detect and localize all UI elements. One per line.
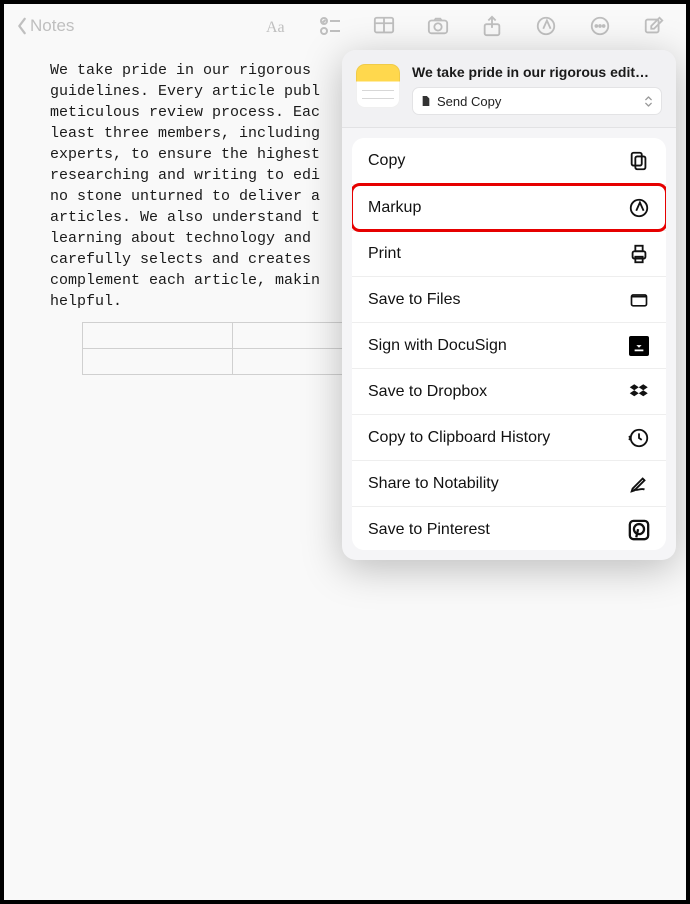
- checklist-icon[interactable]: [318, 14, 342, 38]
- updown-icon: [644, 95, 653, 108]
- toolbar: Notes Aa: [4, 4, 686, 48]
- history-icon: [628, 427, 650, 449]
- share-icon[interactable]: [480, 14, 504, 38]
- share-item-label: Sign with DocuSign: [368, 337, 507, 355]
- share-item-label: Markup: [368, 199, 421, 217]
- chevron-left-icon: [16, 17, 28, 35]
- print-icon: [628, 243, 650, 265]
- share-item-save-to-pinterest[interactable]: Save to Pinterest: [352, 506, 666, 550]
- share-sheet: We take pride in our rigorous edit… Send…: [342, 50, 676, 560]
- share-header: We take pride in our rigorous edit… Send…: [342, 50, 676, 128]
- page-icon: [421, 95, 431, 107]
- share-item-label: Save to Files: [368, 291, 460, 309]
- share-item-label: Copy to Clipboard History: [368, 429, 550, 447]
- share-item-sign-with-docusign[interactable]: Sign with DocuSign: [352, 322, 666, 368]
- notes-app-icon: [356, 64, 400, 108]
- share-item-markup[interactable]: Markup: [352, 184, 666, 230]
- camera-icon[interactable]: [426, 14, 450, 38]
- share-list: Copy Markup Print Save to Files Sign with Do…: [352, 138, 666, 550]
- dropbox-icon: [628, 381, 650, 403]
- share-item-share-to-notability[interactable]: Share to Notability: [352, 460, 666, 506]
- share-item-copy[interactable]: Copy: [352, 138, 666, 184]
- folder-icon: [628, 289, 650, 311]
- send-copy-selector[interactable]: Send Copy: [412, 87, 662, 115]
- back-button[interactable]: Notes: [16, 16, 74, 36]
- share-item-label: Print: [368, 245, 401, 263]
- svg-text:Aa: Aa: [266, 19, 285, 36]
- send-copy-label: Send Copy: [437, 94, 501, 109]
- more-icon[interactable]: [588, 14, 612, 38]
- share-item-save-to-dropbox[interactable]: Save to Dropbox: [352, 368, 666, 414]
- table-icon[interactable]: [372, 14, 396, 38]
- back-label: Notes: [30, 16, 74, 36]
- share-item-label: Copy: [368, 152, 405, 170]
- markup-toolbar-icon[interactable]: [534, 14, 558, 38]
- compose-icon[interactable]: [642, 14, 666, 38]
- share-item-label: Share to Notability: [368, 475, 499, 493]
- share-item-label: Save to Pinterest: [368, 521, 490, 539]
- share-item-copy-to-clipboard-history[interactable]: Copy to Clipboard History: [352, 414, 666, 460]
- docusign-icon: [628, 335, 650, 357]
- copy-icon: [628, 150, 650, 172]
- toolbar-icons: Aa: [264, 14, 674, 38]
- format-text-icon[interactable]: Aa: [264, 14, 288, 38]
- note-table[interactable]: [82, 322, 382, 375]
- share-item-label: Save to Dropbox: [368, 383, 487, 401]
- pinterest-icon: [628, 519, 650, 541]
- share-item-save-to-files[interactable]: Save to Files: [352, 276, 666, 322]
- share-title: We take pride in our rigorous edit…: [412, 64, 662, 80]
- markup-icon: [628, 197, 650, 219]
- share-item-print[interactable]: Print: [352, 230, 666, 276]
- pencil-icon: [628, 473, 650, 495]
